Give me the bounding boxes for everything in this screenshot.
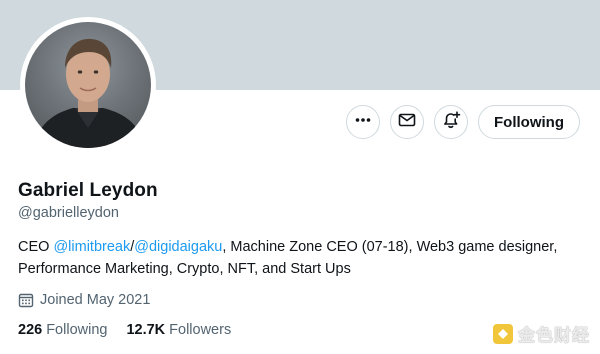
calendar-icon (18, 292, 34, 308)
followers-stat[interactable]: 12.7K Followers (126, 322, 231, 338)
notifications-button[interactable] (434, 105, 468, 139)
more-dots-icon (354, 111, 372, 134)
bell-plus-icon (441, 110, 461, 135)
message-button[interactable] (390, 105, 424, 139)
envelope-icon (398, 111, 416, 134)
watermark-logo-icon (493, 323, 513, 344)
avatar-photo (25, 22, 151, 148)
watermark-text: 金色财经 (518, 326, 590, 345)
bio-line-2: Performance Marketing, Crypto, NFT, and … (18, 261, 351, 277)
join-date: Joined May 2021 (18, 291, 150, 309)
avatar[interactable] (20, 17, 156, 153)
followers-count: 12.7K (126, 322, 166, 338)
bio-prefix: CEO (18, 239, 54, 255)
following-count: 226 (18, 322, 43, 338)
followers-label: Followers (169, 322, 232, 338)
following-button[interactable]: Following (478, 105, 580, 139)
follow-stats: 226 Following 12.7K Followers (18, 322, 250, 338)
bio-suffix: , Machine Zone CEO (07-18), Web3 game de… (222, 239, 558, 255)
following-stat[interactable]: 226 Following (18, 322, 107, 338)
join-date-text: Joined May 2021 (40, 292, 151, 308)
mention-limitbreak[interactable]: @limitbreak (53, 239, 130, 255)
display-name: Gabriel Leydon (18, 180, 158, 201)
following-label: Following (46, 322, 108, 338)
more-button[interactable] (346, 105, 380, 139)
bio: CEO @limitbreak/@digidaigaku, Machine Zo… (18, 236, 578, 280)
username-handle: @gabrielleydon (18, 205, 119, 221)
watermark: 金色财经 (493, 321, 590, 346)
mention-digidaigaku[interactable]: @digidaigaku (134, 239, 222, 255)
